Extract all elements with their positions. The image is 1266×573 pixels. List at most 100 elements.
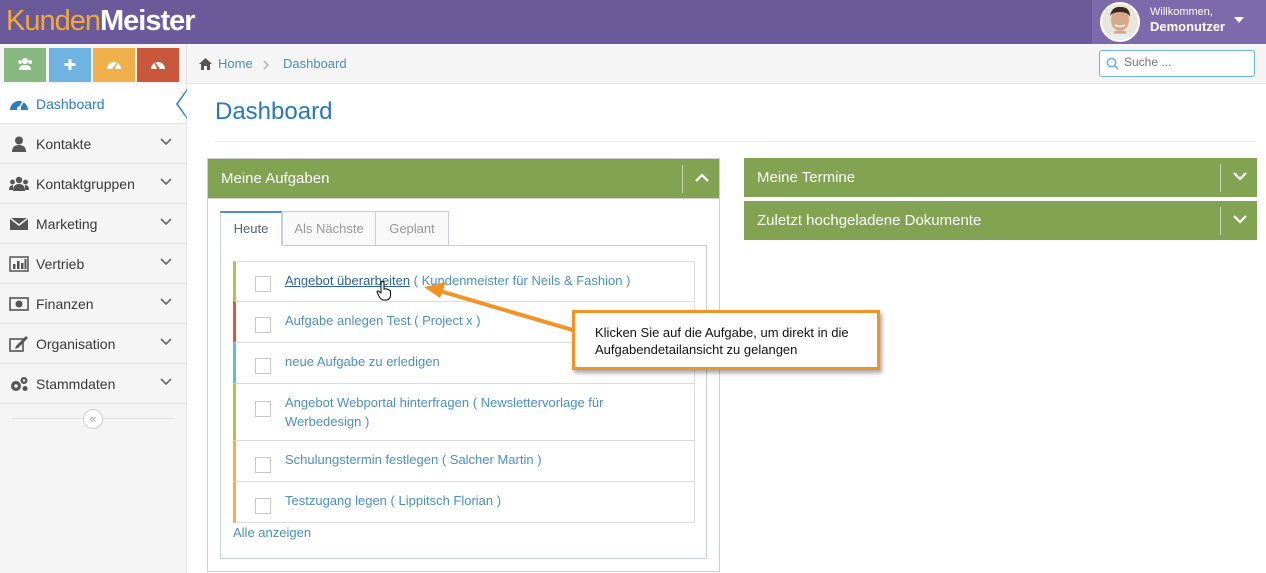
cogs-icon bbox=[11, 377, 28, 391]
sidebar-item-kontaktgruppen[interactable]: Kontaktgruppen bbox=[0, 164, 186, 204]
divider bbox=[1220, 207, 1221, 235]
sidebar-item-label: Dashboard bbox=[36, 96, 105, 112]
chevron-down-icon bbox=[160, 218, 172, 226]
task-context: ( Project x ) bbox=[414, 313, 481, 328]
edit-icon bbox=[9, 336, 28, 352]
breadcrumb: Home Dashboard bbox=[187, 44, 1266, 84]
home-icon bbox=[199, 58, 212, 70]
dashboard-icon bbox=[107, 62, 121, 70]
plus-icon bbox=[64, 59, 76, 70]
callout-text: Klicken Sie auf die Aufgabe, um direkt i… bbox=[595, 325, 849, 357]
chevron-down-icon[interactable] bbox=[1233, 172, 1247, 181]
sidebar-collapse: « bbox=[0, 406, 186, 430]
task-context: ( Kundenmeister für Neils & Fashion ) bbox=[413, 273, 631, 288]
widget-header: Meine Aufgaben bbox=[208, 159, 719, 199]
shortcut-add-button[interactable] bbox=[49, 48, 91, 82]
sidebar-item-finanzen[interactable]: Finanzen bbox=[0, 284, 186, 324]
logo-part1: Kunden bbox=[6, 5, 101, 37]
widget-title: Meine Aufgaben bbox=[221, 170, 330, 187]
caret-down-icon bbox=[1234, 17, 1244, 23]
task-link[interactable]: Angebot Webportal hinterfragen ( Newslet… bbox=[285, 393, 603, 431]
task-title: Aufgabe anlegen Test bbox=[285, 313, 411, 328]
list-item[interactable]: Angebot überarbeiten ( Kundenmeister für… bbox=[233, 261, 695, 302]
page-title: Dashboard bbox=[215, 98, 333, 125]
help-callout: Klicken Sie auf die Aufgabe, um direkt i… bbox=[572, 310, 880, 370]
chevron-down-icon bbox=[160, 178, 172, 186]
tab-heute[interactable]: Heute bbox=[220, 211, 282, 246]
sidebar-item-label: Finanzen bbox=[36, 296, 94, 312]
collapse-sidebar-button[interactable]: « bbox=[83, 409, 103, 429]
money-icon bbox=[9, 297, 29, 311]
search-icon bbox=[1106, 57, 1119, 70]
tab-geplant[interactable]: Geplant bbox=[375, 211, 449, 246]
sidebar-item-label: Marketing bbox=[36, 216, 98, 232]
top-navbar: KundenMeister Willkommen, Demonutzer bbox=[0, 0, 1266, 44]
task-context: ( Salcher Martin ) bbox=[441, 452, 542, 467]
task-link[interactable]: Testzugang legen ( Lippitsch Florian ) bbox=[285, 491, 501, 510]
widget-title: Meine Termine bbox=[757, 169, 856, 186]
envelope-icon bbox=[9, 217, 29, 230]
tachometer-icon bbox=[151, 62, 165, 70]
avatar bbox=[1100, 2, 1140, 42]
sidebar-item-label: Stammdaten bbox=[36, 376, 116, 392]
task-title: Angebot Webportal hinterfragen bbox=[285, 395, 470, 410]
sidebar-item-label: Organisation bbox=[36, 336, 116, 352]
tab-als-naechste[interactable]: Als Nächste bbox=[282, 211, 376, 246]
sidebar-item-label: Vertrieb bbox=[36, 256, 85, 272]
user-menu[interactable]: Willkommen, Demonutzer bbox=[1092, 0, 1266, 44]
task-link[interactable]: neue Aufgabe zu erledigen bbox=[285, 352, 440, 371]
sidebar-item-label: Kontakte bbox=[36, 136, 92, 152]
shortcut-stats-button[interactable] bbox=[137, 48, 179, 82]
documents-widget: Zuletzt hochgeladene Dokumente bbox=[744, 201, 1257, 240]
widget-title: Zuletzt hochgeladene Dokumente bbox=[757, 212, 982, 229]
sidebar-item-marketing[interactable]: Marketing bbox=[0, 204, 186, 244]
divider bbox=[682, 165, 683, 193]
task-checkbox[interactable] bbox=[255, 457, 271, 473]
breadcrumb-current: Dashboard bbox=[283, 56, 347, 71]
list-item[interactable]: Schulungstermin festlegen ( Salcher Mart… bbox=[233, 440, 695, 482]
brand-logo[interactable]: KundenMeister bbox=[6, 4, 196, 38]
sidebar: Dashboard Kontakte Kontaktgruppen Market… bbox=[0, 44, 187, 573]
task-checkbox[interactable] bbox=[255, 498, 271, 514]
task-link[interactable]: Angebot überarbeiten ( Kundenmeister für… bbox=[285, 271, 630, 290]
chevron-up-icon[interactable] bbox=[695, 173, 709, 182]
task-link[interactable]: Aufgabe anlegen Test ( Project x ) bbox=[285, 311, 481, 330]
chevron-right-icon bbox=[263, 60, 269, 70]
sidebar-item-vertrieb[interactable]: Vertrieb bbox=[0, 244, 186, 284]
shortcut-contacts-button[interactable] bbox=[4, 48, 46, 82]
chevron-down-icon bbox=[160, 338, 172, 346]
list-item[interactable]: Angebot Webportal hinterfragen ( Newslet… bbox=[233, 383, 695, 441]
user-icon bbox=[12, 136, 26, 152]
bar-chart-icon bbox=[9, 256, 29, 272]
users-icon bbox=[18, 58, 32, 70]
show-all-link[interactable]: Alle anzeigen bbox=[233, 525, 311, 540]
task-link[interactable]: Schulungstermin festlegen ( Salcher Mart… bbox=[285, 450, 542, 469]
breadcrumb-home-link[interactable]: Home bbox=[218, 56, 253, 71]
divider bbox=[215, 141, 1256, 142]
chevron-down-icon bbox=[160, 378, 172, 386]
widget-header[interactable]: Zuletzt hochgeladene Dokumente bbox=[744, 201, 1257, 240]
tab-pane-heute: Angebot überarbeiten ( Kundenmeister für… bbox=[220, 245, 707, 559]
chevron-down-icon[interactable] bbox=[1233, 215, 1247, 224]
widget-header[interactable]: Meine Termine bbox=[744, 158, 1257, 197]
task-checkbox[interactable] bbox=[255, 358, 271, 374]
sidebar-item-kontakte[interactable]: Kontakte bbox=[0, 124, 186, 164]
task-checkbox[interactable] bbox=[255, 276, 271, 292]
search-box[interactable] bbox=[1099, 50, 1255, 77]
task-title: Schulungstermin festlegen bbox=[285, 452, 439, 467]
users-icon bbox=[9, 176, 29, 191]
sidebar-item-dashboard[interactable]: Dashboard bbox=[0, 84, 187, 124]
chevron-down-icon bbox=[160, 138, 172, 146]
task-checkbox[interactable] bbox=[255, 401, 271, 417]
task-checkbox[interactable] bbox=[255, 317, 271, 333]
shortcut-dashboard-button[interactable] bbox=[93, 48, 135, 82]
chevron-down-icon bbox=[160, 298, 172, 306]
welcome-text: Willkommen, Demonutzer bbox=[1150, 6, 1225, 35]
sidebar-item-organisation[interactable]: Organisation bbox=[0, 324, 186, 364]
search-input[interactable] bbox=[1124, 55, 1250, 69]
list-item[interactable]: Testzugang legen ( Lippitsch Florian ) bbox=[233, 481, 695, 523]
sidebar-item-label: Kontaktgruppen bbox=[36, 176, 135, 192]
sidebar-item-stammdaten[interactable]: Stammdaten bbox=[0, 364, 186, 404]
task-title: neue Aufgabe zu erledigen bbox=[285, 354, 440, 369]
sidebar-shortcuts bbox=[0, 44, 186, 84]
